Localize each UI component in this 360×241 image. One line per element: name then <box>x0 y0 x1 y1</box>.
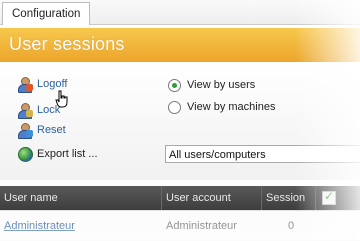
reset-label: Reset <box>37 124 66 136</box>
view-by-machines-radio[interactable]: View by machines <box>168 99 275 115</box>
globe-export-icon <box>17 146 33 162</box>
user-name-cell[interactable]: Administrateur <box>0 211 162 241</box>
session-cell: 0 <box>287 220 295 232</box>
view-by-machines-label: View by machines <box>187 101 276 113</box>
export-list-label: Export list ... <box>37 148 98 160</box>
tab-configuration[interactable]: Configuration <box>2 2 91 25</box>
view-by-users-radio[interactable]: View by users <box>168 77 255 93</box>
user-lock-icon <box>17 102 33 119</box>
column-header-user-account[interactable]: User account <box>162 186 262 210</box>
user-account-cell: Administrateur <box>166 220 237 232</box>
table-row[interactable]: Administrateur Administrateur 0 <box>0 210 360 241</box>
radio-selected-icon <box>168 78 181 92</box>
column-header-user-name[interactable]: User name <box>0 186 162 210</box>
view-by-users-label: View by users <box>187 79 256 91</box>
tab-strip: Configuration <box>0 0 360 25</box>
table-header: User name User account Session <box>0 186 360 210</box>
radio-unselected-icon <box>168 100 181 114</box>
reset-action[interactable]: Reset <box>17 121 66 139</box>
filter-select[interactable]: All users/computers <box>165 145 360 163</box>
column-header-session[interactable]: Session <box>262 186 316 210</box>
page-title: User sessions <box>9 34 125 54</box>
user-reset-icon <box>17 122 33 139</box>
user-logoff-icon <box>17 76 33 93</box>
hand-cursor-icon <box>55 90 68 108</box>
section-banner: User sessions <box>0 28 360 62</box>
export-list-action[interactable]: Export list ... <box>17 145 98 163</box>
lock-action[interactable]: Lock <box>17 101 60 119</box>
select-all-checkbox[interactable] <box>322 189 336 205</box>
